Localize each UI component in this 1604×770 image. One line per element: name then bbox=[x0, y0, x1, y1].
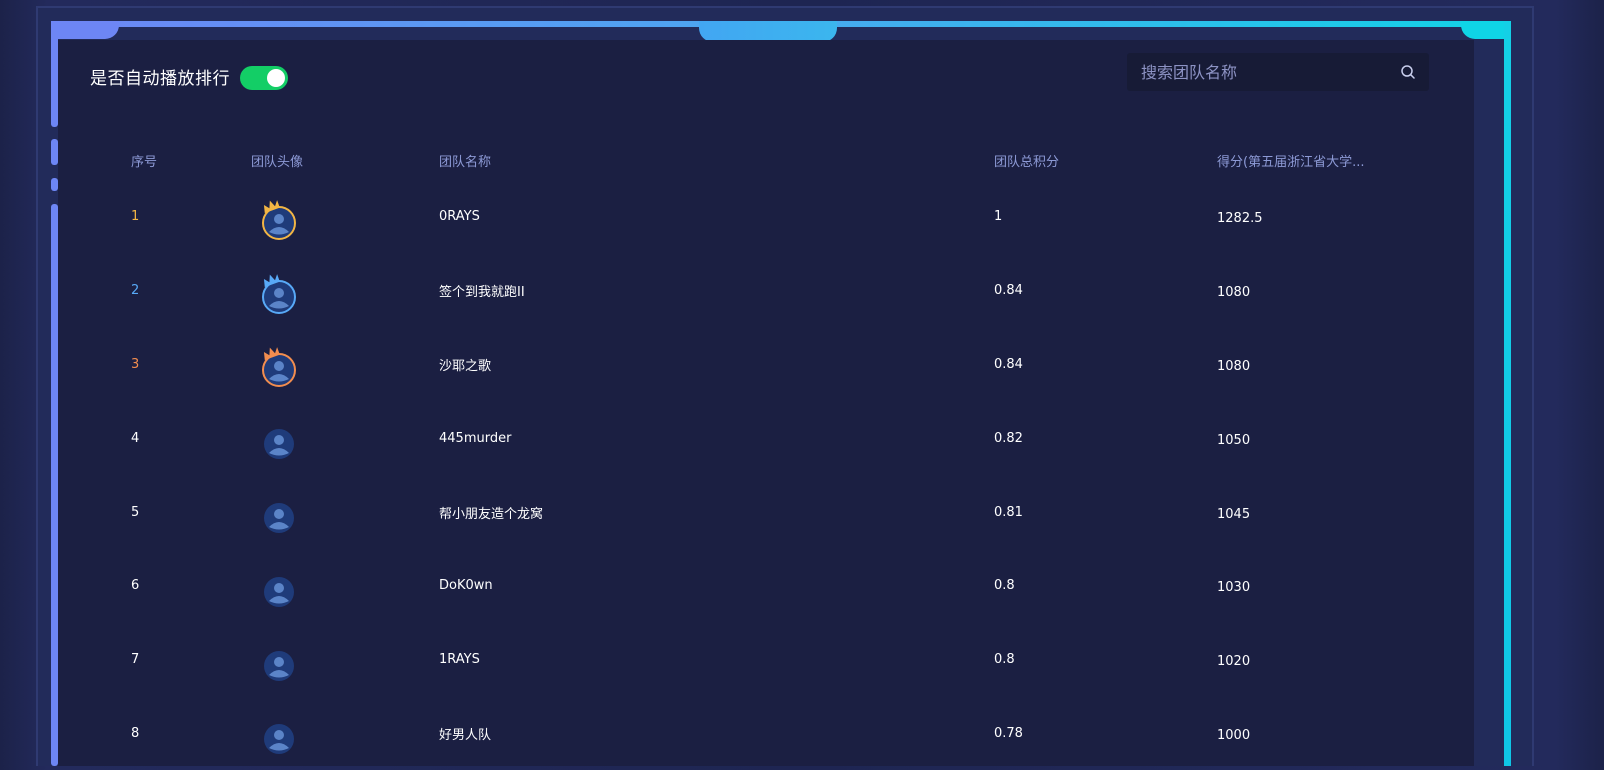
autoplay-toggle[interactable] bbox=[240, 66, 288, 90]
table-row[interactable]: 3 沙耶之歌 0.84 1080 bbox=[115, 328, 1455, 402]
toggle-knob bbox=[267, 69, 285, 87]
user-avatar-icon bbox=[259, 568, 295, 607]
avatar-cell bbox=[235, 254, 423, 328]
competition-score-cell: 1282.5 bbox=[1217, 211, 1263, 227]
team-search-input[interactable] bbox=[1127, 53, 1387, 91]
user-avatar-icon bbox=[259, 420, 295, 460]
frame-corner-left bbox=[51, 21, 119, 39]
avatar-cell bbox=[235, 475, 423, 549]
total-score-cell: 0.8 bbox=[994, 652, 1015, 668]
user-avatar-icon bbox=[259, 494, 295, 534]
table-row[interactable]: 1 0RAYS 1 1282.5 bbox=[115, 180, 1455, 254]
search-icon[interactable] bbox=[1401, 65, 1415, 79]
user-avatar-icon bbox=[259, 715, 295, 755]
rank-cell: 6 bbox=[131, 578, 140, 594]
avatar-cell bbox=[235, 401, 423, 475]
user-avatar-icon bbox=[259, 346, 296, 388]
competition-score-cell: 1045 bbox=[1217, 506, 1251, 522]
rank-cell: 1 bbox=[131, 209, 140, 225]
user-avatar-icon bbox=[259, 199, 296, 240]
avatar-cell bbox=[235, 697, 423, 770]
rank-cell: 7 bbox=[131, 652, 140, 668]
header-competition-score-label: 得分(第五届浙江省大学... bbox=[1217, 154, 1365, 170]
table-header-row: 序号 团队头像 团队名称 团队总积分 得分(第五届浙江省大学... bbox=[115, 140, 1455, 180]
rank-cell: 8 bbox=[131, 725, 140, 741]
header-total-score: 团队总积分 bbox=[994, 154, 1060, 170]
ranking-table: 序号 团队头像 团队名称 团队总积分 得分(第五届浙江省大学... 1 0RAYS… bbox=[115, 140, 1455, 770]
rank-cell: 5 bbox=[131, 504, 140, 520]
rank-cell: 4 bbox=[131, 430, 140, 446]
rank-cell: 2 bbox=[131, 283, 140, 299]
competition-score-cell: 1020 bbox=[1217, 654, 1251, 670]
competition-score-cell: 1080 bbox=[1217, 358, 1251, 374]
header-avatar: 团队头像 bbox=[251, 154, 304, 170]
team-name-cell: 445murder bbox=[439, 430, 512, 446]
total-score-cell: 0.82 bbox=[994, 430, 1023, 446]
team-name-cell: 沙耶之歌 bbox=[439, 358, 492, 374]
autoplay-label: 是否自动播放排行 bbox=[90, 69, 230, 89]
team-name-cell: 签个到我就跑II bbox=[439, 285, 525, 301]
frame-left-border bbox=[51, 21, 58, 766]
ranking-panel: 是否自动播放排行 序号 团队头像 团队名称 团队总积分 得分(第五届浙江省大学.… bbox=[58, 40, 1474, 766]
total-score-cell: 0.84 bbox=[994, 356, 1023, 372]
total-score-cell: 0.84 bbox=[994, 283, 1023, 299]
table-row[interactable]: 4 445murder 0.82 1050 bbox=[115, 401, 1455, 475]
rank-cell: 3 bbox=[131, 356, 140, 372]
avatar-cell bbox=[235, 328, 423, 402]
header-competition-score: 得分(第五届浙江省大学... bbox=[1201, 140, 1455, 180]
total-score-cell: 0.8 bbox=[994, 578, 1015, 594]
avatar-cell bbox=[235, 623, 423, 697]
competition-score-cell: 1050 bbox=[1217, 432, 1251, 448]
frame-right-border bbox=[1504, 21, 1511, 766]
total-score-cell: 0.78 bbox=[994, 725, 1023, 741]
team-name-cell: DoK0wn bbox=[439, 578, 493, 594]
team-name-cell: 好男人队 bbox=[439, 727, 492, 743]
team-name-cell: 0RAYS bbox=[439, 209, 480, 225]
ranking-table-body: 1 0RAYS 1 1282.5 2 签个到我就跑II 0.84 1080 3 沙耶之歌 0.84 1… bbox=[115, 180, 1455, 770]
competition-score-cell: 1030 bbox=[1217, 580, 1251, 596]
avatar-cell bbox=[235, 180, 423, 254]
user-avatar-icon bbox=[259, 273, 296, 314]
avatar-cell bbox=[235, 549, 423, 623]
competition-score-cell: 1080 bbox=[1217, 285, 1251, 301]
header-team-name: 团队名称 bbox=[439, 154, 492, 170]
user-avatar-icon bbox=[259, 642, 295, 681]
table-row[interactable]: 6 DoK0wn 0.8 1030 bbox=[115, 549, 1455, 623]
table-row[interactable]: 8 好男人队 0.78 1000 bbox=[115, 697, 1455, 770]
total-score-cell: 1 bbox=[994, 209, 1003, 225]
table-row[interactable]: 7 1RAYS 0.8 1020 bbox=[115, 623, 1455, 697]
team-name-cell: 帮小朋友造个龙窝 bbox=[439, 506, 544, 522]
table-row[interactable]: 2 签个到我就跑II 0.84 1080 bbox=[115, 254, 1455, 328]
team-search-box bbox=[1127, 53, 1429, 91]
header-rank: 序号 bbox=[131, 154, 158, 170]
frame-top-tab bbox=[699, 21, 837, 42]
team-name-cell: 1RAYS bbox=[439, 652, 480, 668]
table-row[interactable]: 5 帮小朋友造个龙窝 0.81 1045 bbox=[115, 475, 1455, 549]
total-score-cell: 0.81 bbox=[994, 504, 1023, 520]
competition-score-cell: 1000 bbox=[1217, 727, 1251, 743]
